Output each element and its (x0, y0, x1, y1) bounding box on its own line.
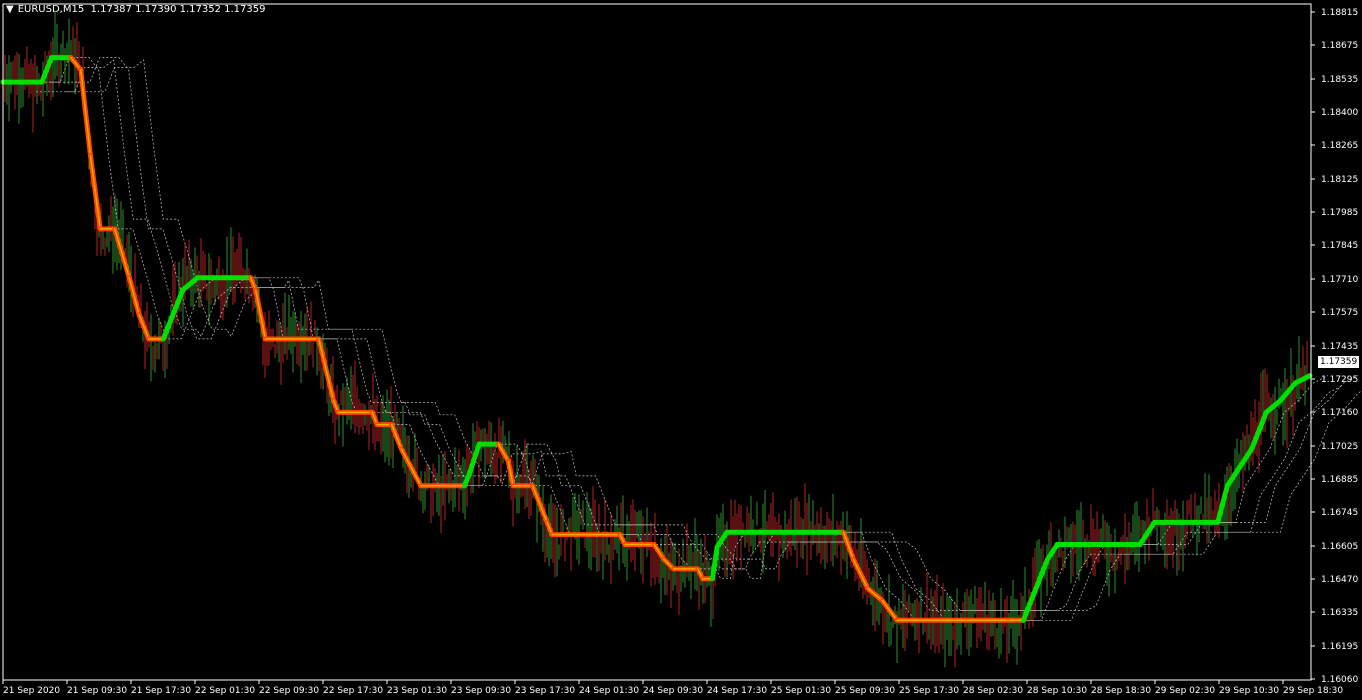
x-tick-label: 25 Sep 01:30 (771, 686, 831, 696)
x-tick-label: 28 Sep 02:30 (963, 686, 1023, 696)
y-tick-label: 1.16470 (1321, 575, 1358, 585)
price-chart[interactable]: 1.18815 1.18675 1.18535 1.18400 1.18265 1.181… (0, 0, 1362, 700)
y-tick-label: 1.16745 (1321, 508, 1358, 518)
x-tick-label: 21 Sep 2020 (3, 686, 60, 696)
trend-segment-up (709, 544, 720, 582)
y-tick-label: 1.16195 (1321, 642, 1358, 652)
y-tick-label: 1.17160 (1321, 408, 1358, 418)
y-tick-label: 1.17575 (1321, 308, 1358, 318)
trend-segment-up (1292, 373, 1313, 386)
y-tick-label: 1.17295 (1321, 375, 1358, 385)
x-tick-label: 28 Sep 18:30 (1091, 686, 1151, 696)
x-tick-label: 29 Sep 18:30 (1283, 686, 1343, 696)
x-tick-label: 29 Sep 10:30 (1219, 686, 1279, 696)
x-tick-label: 22 Sep 01:30 (195, 686, 255, 696)
indicator-band (21, 57, 1329, 621)
y-tick-label: 1.17710 (1321, 275, 1358, 285)
x-tick-label: 23 Sep 09:30 (451, 686, 511, 696)
y-tick-label: 1.18125 (1321, 175, 1358, 185)
y-tick-label: 1.17845 (1321, 241, 1358, 251)
y-tick-label: 1.18265 (1321, 141, 1358, 151)
x-tick-label: 21 Sep 17:30 (131, 686, 191, 696)
y-tick-label: 1.18815 (1321, 8, 1358, 18)
y-tick-label: 1.17025 (1321, 442, 1358, 452)
x-tick-label: 25 Sep 17:30 (899, 686, 959, 696)
y-tick-label: 1.16605 (1321, 542, 1358, 552)
y-tick-label: 1.18675 (1321, 41, 1358, 51)
x-tick-label: 21 Sep 09:30 (67, 686, 127, 696)
y-tick-label: 1.16885 (1321, 475, 1358, 485)
axes-layer: 1.18815 1.18675 1.18535 1.18400 1.18265 1.181… (2, 3, 1358, 696)
indicator-band (66, 59, 1362, 611)
trend-segment-down-core (79, 69, 92, 157)
x-tick-label: 24 Sep 01:30 (579, 686, 639, 696)
x-tick-label: 22 Sep 09:30 (259, 686, 319, 696)
x-tick-label: 22 Sep 17:30 (323, 686, 383, 696)
y-tick-label: 1.17435 (1321, 342, 1358, 352)
x-tick-label: 24 Sep 09:30 (643, 686, 703, 696)
x-tick-label: 23 Sep 17:30 (515, 686, 575, 696)
x-tick-label: 29 Sep 02:30 (1155, 686, 1215, 696)
x-tick-label: 24 Sep 17:30 (707, 686, 767, 696)
y-tick-label: 1.18535 (1321, 75, 1358, 85)
x-tick-label: 25 Sep 09:30 (835, 686, 895, 696)
y-tick-label: 1.17985 (1321, 208, 1358, 218)
y-tick-label: 1.18400 (1321, 108, 1358, 118)
y-tick-label: 1.16335 (1321, 608, 1358, 618)
last-price-tag: 1.17359 (1318, 356, 1360, 368)
x-tick-label: 23 Sep 01:30 (387, 686, 447, 696)
y-tick-label: 1.16060 (1321, 675, 1358, 685)
x-tick-label: 28 Sep 10:30 (1027, 686, 1087, 696)
